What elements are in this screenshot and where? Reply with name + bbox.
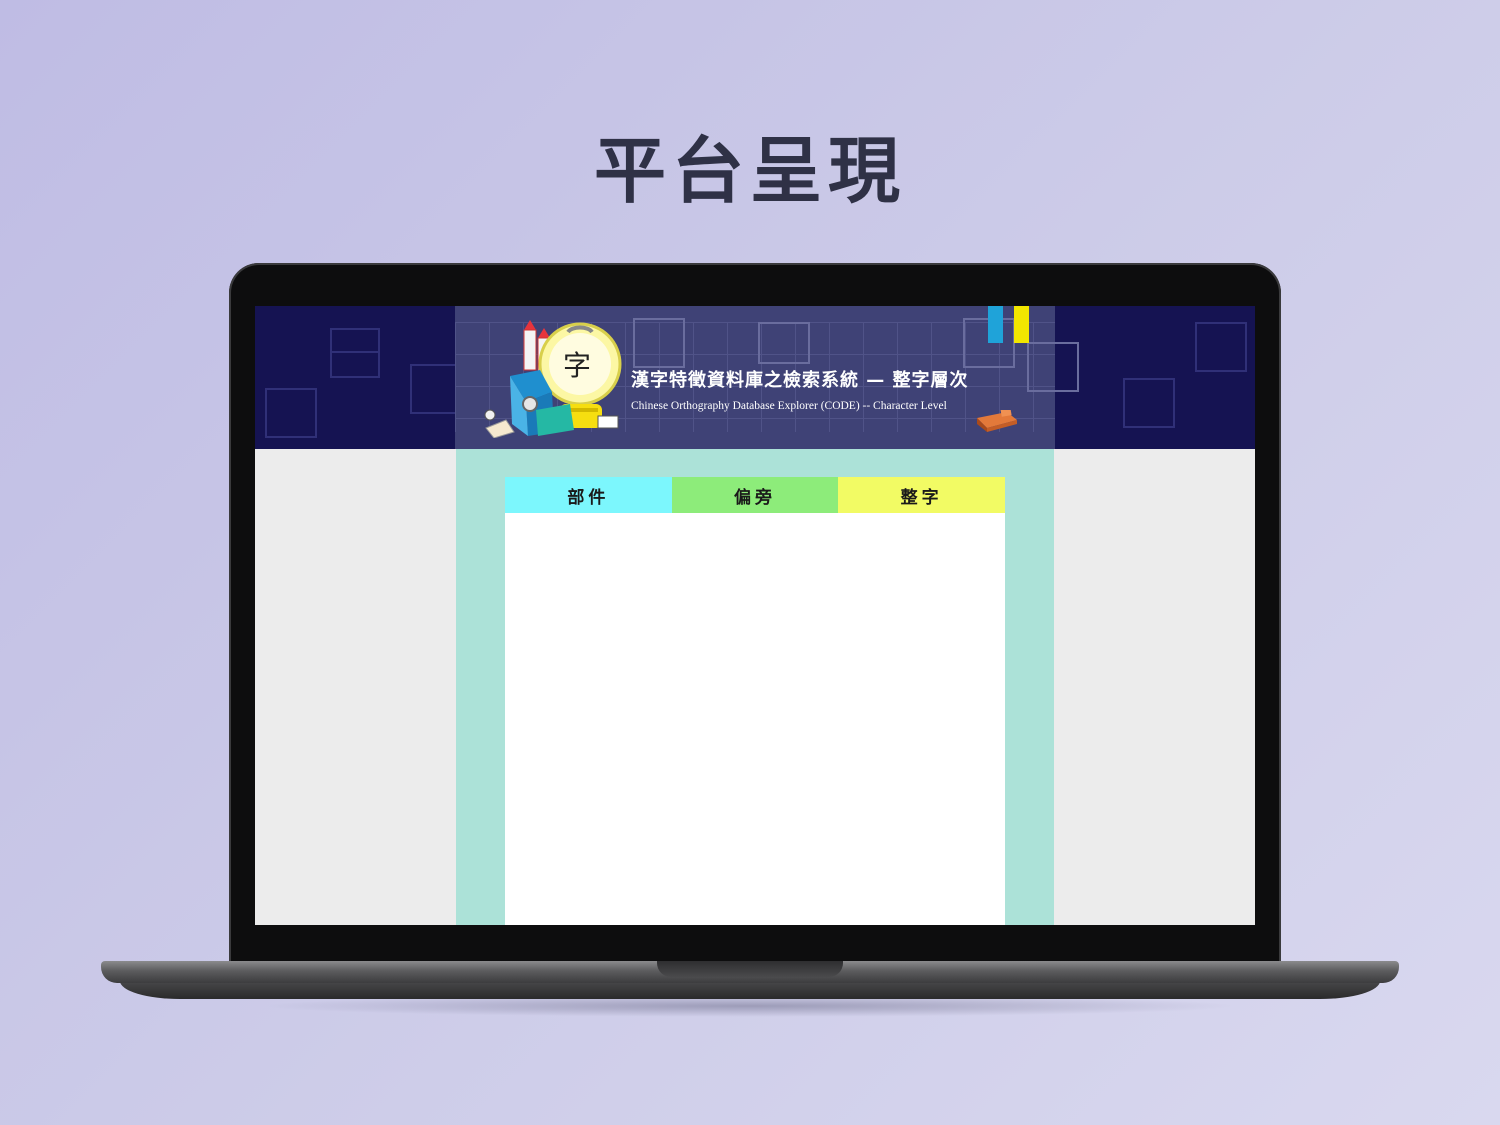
banner-title-english: Chinese Orthography Database Explorer (C…: [631, 400, 947, 412]
banner-decoration: [410, 364, 460, 414]
tab-bar: 部件 偏旁 整字: [505, 477, 1006, 513]
tab-component[interactable]: 部件: [505, 477, 672, 513]
banner-decoration: [330, 351, 380, 353]
screen: 字 漢字特徵資料庫之檢索系統 — 整字層次 Chinese Orthograph…: [255, 306, 1255, 925]
tab-radical[interactable]: 偏旁: [671, 477, 839, 513]
laptop-notch: [657, 961, 843, 977]
laptop-base-bottom: [120, 981, 1380, 999]
banner-decoration: [633, 318, 685, 368]
content-panel: [505, 477, 1005, 925]
mascot-character: 字: [563, 349, 592, 382]
banner-decoration: [1195, 322, 1247, 372]
banner-decoration: [758, 322, 810, 364]
banner-decoration: [330, 328, 380, 378]
site-banner: 字 漢字特徵資料庫之檢索系統 — 整字層次 Chinese Orthograph…: [255, 306, 1255, 449]
mascot-icon: [484, 320, 622, 438]
brick-logo-icon: [977, 410, 1017, 432]
page-title: 平台呈現: [593, 129, 906, 213]
banner-title-chinese: 漢字特徵資料庫之檢索系統 — 整字層次: [631, 370, 969, 391]
banner-decoration: [265, 388, 317, 438]
blue-stripe: [988, 306, 1003, 343]
tab-whole-character[interactable]: 整字: [838, 477, 1006, 513]
yellow-stripe: [1014, 306, 1029, 343]
banner-decoration: [1123, 378, 1175, 428]
banner-decoration: [1027, 342, 1079, 392]
